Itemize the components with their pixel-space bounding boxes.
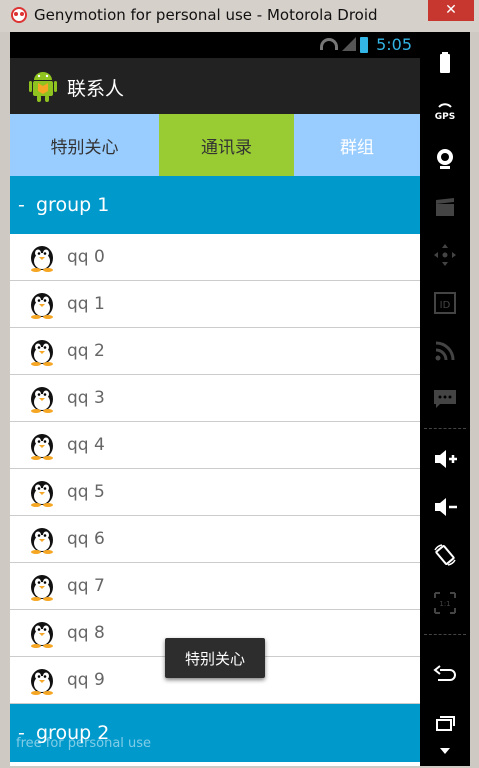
penguin-avatar-icon — [31, 434, 53, 460]
group-header[interactable]: - group 1 — [10, 176, 420, 234]
contact-name: qq 8 — [67, 623, 105, 643]
camera-icon[interactable] — [420, 136, 470, 182]
penguin-avatar-icon — [31, 622, 53, 648]
tab-contacts[interactable]: 通讯录 — [159, 114, 294, 176]
group-title: group 1 — [36, 194, 110, 216]
penguin-avatar-icon — [31, 575, 53, 601]
contact-name: qq 7 — [67, 576, 105, 596]
toast-message: 特别关心 — [165, 638, 265, 678]
penguin-avatar-icon — [31, 246, 53, 272]
back-icon[interactable] — [420, 652, 470, 698]
tab-bar: 特别关心 通讯录 群组 — [10, 114, 420, 176]
wifi-icon — [320, 38, 338, 50]
penguin-avatar-icon — [31, 387, 53, 413]
battery-icon[interactable] — [420, 40, 470, 86]
penguin-avatar-icon — [31, 481, 53, 507]
id-label: ID — [440, 300, 451, 311]
sidebar-divider — [424, 428, 466, 429]
penguin-avatar-icon — [31, 340, 53, 366]
action-bar: 联系人 — [10, 58, 420, 114]
contact-name: qq 0 — [67, 247, 105, 267]
rotate-icon[interactable] — [420, 532, 470, 578]
sms-icon[interactable] — [420, 376, 470, 422]
penguin-avatar-icon — [31, 528, 53, 554]
list-item[interactable]: qq 2 — [10, 328, 420, 375]
sidebar-divider — [424, 634, 466, 635]
battery-icon — [360, 37, 368, 53]
pixel-perfect-label: 1:1 — [439, 600, 450, 608]
rss-icon[interactable] — [420, 328, 470, 374]
device-screen: 5:05 联系人 特别关心 通讯录 群组 - group 1 qq 0 qq 1… — [10, 32, 420, 766]
penguin-avatar-icon — [31, 293, 53, 319]
list-item[interactable]: qq 6 — [10, 516, 420, 563]
status-bar: 5:05 — [10, 32, 420, 58]
penguin-avatar-icon — [31, 669, 53, 695]
pixel-perfect-icon[interactable]: 1:1 — [420, 580, 470, 626]
status-time: 5:05 — [376, 35, 412, 54]
collapse-indicator: - — [18, 194, 25, 216]
emulator-window: Genymotion for personal use - Motorola D… — [0, 0, 479, 768]
gps-icon[interactable]: GPS — [420, 88, 470, 134]
id-icon[interactable]: ID — [420, 280, 470, 326]
contact-name: qq 1 — [67, 294, 105, 314]
video-icon[interactable] — [420, 184, 470, 230]
volume-up-icon[interactable] — [420, 436, 470, 482]
app-title: 联系人 — [67, 78, 125, 100]
contact-name: qq 4 — [67, 435, 105, 455]
android-logo-icon[interactable] — [28, 68, 58, 104]
window-title: Genymotion for personal use - Motorola D… — [34, 6, 378, 24]
list-item[interactable]: qq 3 — [10, 375, 420, 422]
close-button[interactable]: ✕ — [428, 0, 474, 21]
list-item[interactable]: qq 5 — [10, 469, 420, 516]
tab-special-care[interactable]: 特别关心 — [10, 114, 159, 176]
contact-name: qq 3 — [67, 388, 105, 408]
menu-icon[interactable] — [420, 736, 470, 766]
volume-down-icon[interactable] — [420, 484, 470, 530]
list-item[interactable]: qq 7 — [10, 563, 420, 610]
genymotion-icon — [11, 7, 27, 23]
signal-icon — [342, 37, 356, 51]
group-header[interactable]: - group 2 — [10, 704, 420, 762]
gps-label: GPS — [435, 112, 455, 122]
contact-name: qq 5 — [67, 482, 105, 502]
list-item[interactable]: qq 0 — [10, 234, 420, 281]
emulator-sidebar: GPS ID 1:1 — [420, 32, 470, 766]
list-item[interactable]: qq 4 — [10, 422, 420, 469]
contact-name: qq 9 — [67, 670, 105, 690]
list-item[interactable]: qq 1 — [10, 281, 420, 328]
contact-name: qq 2 — [67, 341, 105, 361]
contact-name: qq 6 — [67, 529, 105, 549]
watermark: free for personal use — [16, 736, 152, 751]
tab-groups[interactable]: 群组 — [294, 114, 420, 176]
dpad-icon[interactable] — [420, 232, 470, 278]
window-titlebar[interactable]: Genymotion for personal use - Motorola D… — [0, 0, 479, 32]
